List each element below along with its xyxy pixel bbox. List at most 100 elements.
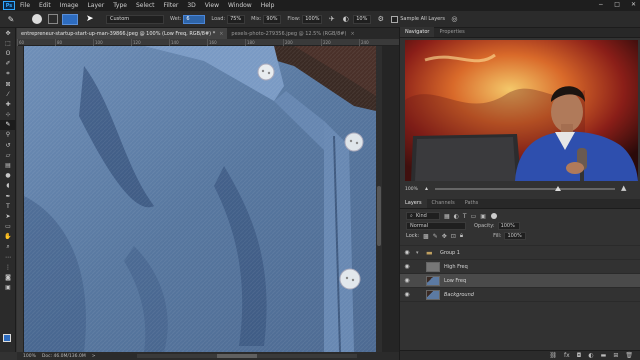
mix-field[interactable]: 90% bbox=[263, 14, 282, 24]
maximize-icon[interactable]: □ bbox=[614, 1, 620, 8]
quick-select-icon[interactable]: ✐ bbox=[0, 59, 16, 69]
new-layer-icon[interactable]: ⊞ bbox=[613, 352, 618, 359]
menu-image[interactable]: Image bbox=[60, 2, 79, 9]
menu-type[interactable]: Type bbox=[113, 2, 127, 9]
smoothing-field[interactable]: 10% bbox=[353, 14, 372, 24]
disclosure-icon[interactable]: ▾ bbox=[416, 250, 422, 256]
eye-icon[interactable]: ◉ bbox=[400, 277, 414, 284]
menu-window[interactable]: Window bbox=[228, 2, 252, 9]
eye-icon[interactable]: ◉ bbox=[400, 263, 414, 270]
tab-properties[interactable]: Properties bbox=[434, 27, 469, 37]
horizontal-ruler[interactable]: 60 80 100 120 140 160 180 200 220 240 bbox=[17, 39, 399, 46]
eye-icon[interactable]: ◉ bbox=[400, 249, 414, 256]
brush-preview-icon[interactable] bbox=[32, 14, 42, 24]
layer-row[interactable]: ◉ Background bbox=[400, 288, 640, 302]
load-field[interactable]: 75% bbox=[227, 14, 246, 24]
minimize-icon[interactable]: − bbox=[598, 1, 603, 8]
lock-position-icon[interactable]: ✥ bbox=[442, 233, 447, 240]
patch-icon[interactable]: ⊹ bbox=[0, 110, 16, 120]
brush-preset-dropdown[interactable]: Custom bbox=[106, 14, 164, 24]
eyedropper-icon[interactable]: ⁄ bbox=[0, 89, 16, 99]
horizontal-scrollbar[interactable] bbox=[137, 354, 357, 358]
frame-icon[interactable]: ⊠ bbox=[0, 79, 16, 89]
menu-edit[interactable]: Edit bbox=[39, 2, 51, 9]
more-icon[interactable]: ⋯ bbox=[0, 252, 16, 262]
doc-tab-2[interactable]: pexels-photo-279356.jpeg @ 12.5% (RGB/8#… bbox=[227, 28, 358, 39]
smoothing-icon[interactable]: ◐ bbox=[341, 15, 350, 24]
menu-select[interactable]: Select bbox=[136, 2, 155, 9]
layer-row[interactable]: ◉ ▾ ▬ Group 1 bbox=[400, 246, 640, 260]
menu-layer[interactable]: Layer bbox=[87, 2, 104, 9]
layer-name[interactable]: Low Freq bbox=[444, 278, 466, 284]
fx-icon[interactable]: fx bbox=[564, 352, 570, 359]
navigator-preview[interactable] bbox=[405, 40, 638, 181]
scroll-thumb[interactable] bbox=[217, 354, 257, 358]
lock-image-icon[interactable]: ✎ bbox=[433, 233, 438, 240]
clone-stamp-icon[interactable]: ⚲ bbox=[0, 130, 16, 140]
nav-zoom-value[interactable]: 100% bbox=[405, 187, 418, 192]
brush-settings-icon[interactable] bbox=[48, 14, 58, 24]
history-brush-icon[interactable]: ↺ bbox=[0, 140, 16, 150]
pixel-filter-icon[interactable]: ▦ bbox=[444, 213, 450, 220]
tab-layers[interactable]: Layers bbox=[400, 198, 427, 208]
status-menu-icon[interactable]: > bbox=[92, 354, 96, 359]
menu-filter[interactable]: Filter bbox=[164, 2, 179, 9]
layer-row[interactable]: ◉ High Freq bbox=[400, 260, 640, 274]
tab-navigator[interactable]: Navigator bbox=[400, 27, 435, 37]
pressure-icon[interactable]: ◎ bbox=[450, 15, 459, 24]
rectangle-icon[interactable]: ▭ bbox=[0, 222, 16, 232]
mask-icon[interactable]: ◘ bbox=[577, 352, 582, 359]
close-icon[interactable]: × bbox=[350, 31, 354, 37]
sample-all-layers-checkbox[interactable] bbox=[391, 15, 399, 23]
folder-icon[interactable]: ▬ bbox=[601, 352, 607, 359]
current-brush-load-swatch[interactable] bbox=[62, 13, 78, 25]
menu-file[interactable]: File bbox=[20, 2, 30, 9]
zoom-icon[interactable]: ⌕ bbox=[0, 242, 16, 252]
link-icon[interactable]: ⛓ bbox=[549, 352, 557, 359]
lock-artboard-icon[interactable]: ⊡ bbox=[451, 233, 456, 240]
tab-paths[interactable]: Paths bbox=[460, 198, 484, 208]
fill-field[interactable]: 100% bbox=[504, 232, 527, 240]
zoom-out-icon[interactable]: ▴ bbox=[425, 185, 428, 192]
flow-field[interactable]: 100% bbox=[302, 14, 323, 24]
crop-icon[interactable]: ⌗ bbox=[0, 69, 16, 79]
adjustment-filter-icon[interactable]: ◐ bbox=[454, 213, 459, 220]
nav-zoom-knob[interactable] bbox=[555, 186, 561, 191]
close-icon[interactable]: ✕ bbox=[631, 1, 636, 8]
marquee-icon[interactable]: ⬚ bbox=[0, 38, 16, 48]
hand-icon[interactable]: ✋ bbox=[0, 232, 16, 242]
airbrush-icon[interactable]: ✈ bbox=[327, 15, 336, 24]
pen-icon[interactable]: ✒ bbox=[0, 191, 16, 201]
type-filter-icon[interactable]: T bbox=[463, 213, 467, 220]
gradient-icon[interactable]: ▤ bbox=[0, 160, 16, 170]
kind-filter-dropdown[interactable]: ⌕ Kind bbox=[406, 212, 440, 220]
smoothing-settings-icon[interactable]: ⚙ bbox=[376, 15, 385, 24]
lock-transparent-icon[interactable]: ▩ bbox=[423, 233, 429, 240]
lasso-icon[interactable]: ʘ bbox=[0, 48, 16, 58]
blend-mode-dropdown[interactable]: Normal bbox=[406, 222, 466, 230]
tab-channels[interactable]: Channels bbox=[427, 198, 460, 208]
foreground-color[interactable] bbox=[3, 334, 11, 342]
menu-view[interactable]: View bbox=[205, 2, 219, 9]
mixer-brush-icon[interactable]: ✎ bbox=[4, 14, 18, 25]
filter-toggle[interactable] bbox=[490, 213, 497, 219]
adjustment-icon[interactable]: ◐ bbox=[588, 352, 593, 359]
move-icon[interactable]: ✥ bbox=[0, 28, 16, 38]
layer-row[interactable]: ◉ Low Freq bbox=[400, 274, 640, 288]
eye-icon[interactable]: ◉ bbox=[400, 291, 414, 298]
brush-icon[interactable]: ✎ bbox=[0, 119, 16, 130]
trash-icon[interactable]: 🗑︎ bbox=[625, 352, 633, 359]
blur-icon[interactable]: ● bbox=[0, 171, 16, 181]
doc-tab-1[interactable]: entrepreneur-startup-start-up-man-39866.… bbox=[17, 28, 228, 39]
opacity-field[interactable]: 100% bbox=[497, 222, 520, 230]
menu-help[interactable]: Help bbox=[261, 2, 275, 9]
nav-zoom-slider[interactable] bbox=[435, 188, 615, 190]
vertical-ruler[interactable] bbox=[17, 46, 24, 352]
zoom-in-icon[interactable]: ▲ bbox=[621, 184, 626, 192]
lock-all-icon[interactable]: 🔒︎ bbox=[460, 232, 463, 240]
healing-icon[interactable]: ✚ bbox=[0, 99, 16, 109]
screen-mode-icon[interactable]: ▣ bbox=[0, 283, 16, 293]
layer-name[interactable]: High Freq bbox=[444, 264, 468, 270]
document-canvas[interactable] bbox=[24, 46, 376, 352]
wet-field[interactable]: 6 bbox=[183, 14, 206, 24]
